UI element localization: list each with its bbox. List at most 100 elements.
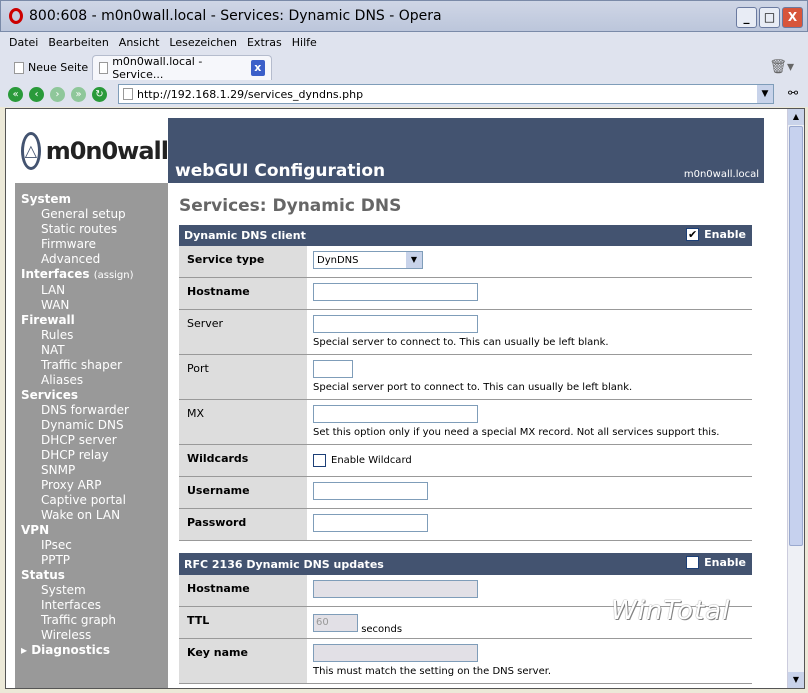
sidebar-item[interactable]: PPTP: [21, 553, 168, 568]
server-input[interactable]: [313, 315, 478, 333]
menu-lesezeichen[interactable]: Lesezeichen: [169, 36, 237, 49]
sidebar-group[interactable]: Status: [21, 568, 168, 583]
sidebar-item[interactable]: Interfaces: [21, 598, 168, 613]
mx-input[interactable]: [313, 405, 478, 423]
menu-hilfe[interactable]: Hilfe: [292, 36, 317, 49]
port-label: Port: [179, 355, 307, 399]
logo-text: m0n0wall: [45, 136, 169, 165]
sidebar-group[interactable]: Interfaces (assign): [21, 267, 168, 283]
sidebar-group-label: System: [21, 192, 71, 206]
sidebar-item[interactable]: NAT: [21, 343, 168, 358]
url-text: http://192.168.1.29/services_dyndns.php: [137, 87, 364, 101]
ttl-input[interactable]: 60: [313, 614, 358, 632]
section-title: Dynamic DNS client: [184, 229, 306, 242]
sidebar-item[interactable]: Traffic shaper: [21, 358, 168, 373]
menu-extras[interactable]: Extras: [247, 36, 282, 49]
page-viewport: △ m0n0wall webGUI Configuration m0n0wall.…: [5, 108, 805, 689]
keyname-input[interactable]: [313, 644, 478, 662]
sidebar-item[interactable]: LAN: [21, 283, 168, 298]
sidebar-item[interactable]: Dynamic DNS: [21, 418, 168, 433]
sidebar-group[interactable]: System: [21, 192, 168, 207]
menu-bearbeiten[interactable]: Bearbeiten: [48, 36, 108, 49]
sidebar-item[interactable]: DNS forwarder: [21, 403, 168, 418]
close-tab-icon[interactable]: x: [250, 60, 265, 76]
sidebar-group-label: Interfaces: [21, 267, 90, 281]
watermark: WinTotal: [611, 596, 731, 626]
rewind-icon[interactable]: «: [8, 86, 23, 102]
sidebar-item[interactable]: Wake on LAN: [21, 508, 168, 523]
minimize-button[interactable]: _: [736, 7, 757, 28]
url-dropdown-icon[interactable]: ▼: [757, 85, 773, 103]
rfc-hostname-input[interactable]: [313, 580, 478, 598]
dyndns-enable-checkbox[interactable]: ✔: [686, 228, 700, 241]
sidebar-item[interactable]: Captive portal: [21, 493, 168, 508]
sidebar-item[interactable]: DHCP relay: [21, 448, 168, 463]
sidebar-item[interactable]: DHCP server: [21, 433, 168, 448]
close-button[interactable]: X: [782, 7, 803, 28]
sidebar-item[interactable]: Proxy ARP: [21, 478, 168, 493]
scroll-down-icon[interactable]: ▼: [788, 672, 804, 688]
reload-icon[interactable]: ↻: [92, 86, 107, 102]
sidebar-group[interactable]: ▸ Diagnostics: [21, 643, 168, 658]
rfc2136-section-header: RFC 2136 Dynamic DNS updates Enable: [179, 553, 752, 575]
tab-new-page[interactable]: Neue Seite: [8, 55, 94, 80]
sidebar-item[interactable]: Traffic graph: [21, 613, 168, 628]
port-input[interactable]: [313, 360, 353, 378]
sidebar-item[interactable]: Aliases: [21, 373, 168, 388]
logo: △ m0n0wall: [15, 118, 169, 183]
section-title: RFC 2136 Dynamic DNS updates: [184, 557, 384, 571]
port-hint: Special server port to connect to. This …: [313, 382, 633, 393]
scrollbar-thumb[interactable]: [789, 126, 803, 546]
mx-hint: Set this option only if you need a speci…: [313, 427, 720, 438]
header-title: webGUI Configuration: [175, 161, 386, 181]
vertical-scrollbar[interactable]: ▲ ▼: [787, 109, 804, 688]
password-input[interactable]: [313, 514, 428, 532]
keyname-label: Key name: [179, 639, 307, 683]
wildcard-checkbox[interactable]: [313, 453, 326, 467]
address-bar: « ‹ › » ↻ http://192.168.1.29/services_d…: [0, 81, 808, 107]
tab-label: m0n0wall.local - Service...: [112, 55, 203, 81]
back-icon[interactable]: ‹: [29, 86, 44, 102]
sidebar-item[interactable]: WAN: [21, 298, 168, 313]
opera-icon: [9, 8, 23, 24]
sidebar-nav: System General setup Static routes Firmware…: [15, 183, 168, 688]
username-input[interactable]: [313, 482, 428, 500]
server-hint: Special server to connect to. This can u…: [313, 337, 609, 348]
search-binoculars-icon[interactable]: ⚯: [788, 86, 798, 100]
sidebar-group[interactable]: Firewall: [21, 313, 168, 328]
sidebar-group-label: ▸ Diagnostics: [21, 643, 110, 657]
hostname-input[interactable]: [313, 283, 478, 301]
sidebar-item[interactable]: Firmware: [21, 237, 168, 252]
maximize-button[interactable]: □: [759, 7, 780, 28]
sidebar-group-label: Services: [21, 388, 79, 402]
menu-datei[interactable]: Datei: [9, 36, 38, 49]
service-type-select[interactable]: DynDNS ▼: [313, 251, 423, 269]
sidebar-item[interactable]: General setup: [21, 207, 168, 222]
page-icon: [123, 88, 133, 100]
sidebar-group[interactable]: Services: [21, 388, 168, 403]
sidebar-item[interactable]: Wireless: [21, 628, 168, 643]
trash-icon[interactable]: 🗑▾: [769, 59, 794, 75]
menu-ansicht[interactable]: Ansicht: [119, 36, 160, 49]
sidebar-group[interactable]: VPN: [21, 523, 168, 538]
forward-icon[interactable]: ›: [50, 86, 65, 102]
fast-forward-icon[interactable]: »: [71, 86, 86, 102]
tab-m0n0wall[interactable]: m0n0wall.local - Service... x: [92, 55, 272, 81]
dyndns-section-header: Dynamic DNS client ✔ Enable: [179, 225, 752, 246]
sidebar-item[interactable]: IPsec: [21, 538, 168, 553]
scroll-up-icon[interactable]: ▲: [788, 109, 804, 125]
sidebar-item[interactable]: Static routes: [21, 222, 168, 237]
title-bar: 800:608 - m0n0wall.local - Services: Dyn…: [0, 0, 808, 32]
sidebar-item[interactable]: SNMP: [21, 463, 168, 478]
service-type-value: DynDNS: [317, 254, 359, 266]
sidebar-item[interactable]: System: [21, 583, 168, 598]
rfc2136-enable-checkbox[interactable]: [686, 556, 700, 569]
ttl-value: 60: [316, 617, 329, 628]
enable-label: Enable: [704, 556, 746, 569]
url-input[interactable]: http://192.168.1.29/services_dyndns.php ▼: [118, 84, 774, 104]
sidebar-item[interactable]: Advanced: [21, 252, 168, 267]
sidebar-assign-link[interactable]: (assign): [94, 270, 134, 281]
sidebar-item[interactable]: Rules: [21, 328, 168, 343]
hostname-label: Hostname: [179, 278, 307, 309]
page-icon: [14, 61, 24, 74]
